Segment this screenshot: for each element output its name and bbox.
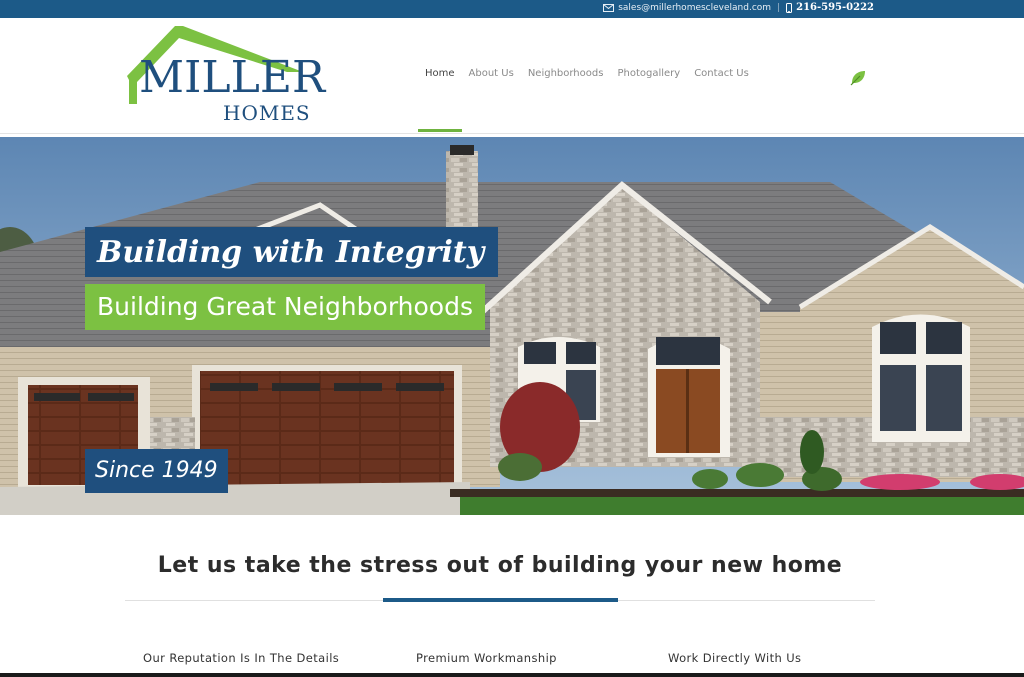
hero-tagline-neighborhoods: Building Great Neighborhoods — [85, 284, 485, 330]
section-headline: Let us take the stress out of building y… — [157, 553, 843, 578]
window-bottom-edge — [0, 673, 1024, 677]
leaf-icon[interactable] — [849, 68, 867, 90]
section-divider-accent — [383, 598, 618, 602]
logo-homes-text: HOMES — [223, 101, 311, 125]
feature-reputation: Our Reputation Is In The Details — [143, 651, 340, 665]
site-header: MILLER HOMES Home About Us Neighborhoods… — [0, 18, 1024, 134]
phone-icon — [786, 2, 793, 13]
logo-miller-text: MILLER — [139, 56, 325, 100]
nav-item-photogallery[interactable]: Photogallery — [610, 68, 687, 132]
mail-icon — [603, 3, 615, 12]
hero-tagline-integrity: Building with Integrity — [85, 227, 499, 277]
email-link[interactable]: sales@millerhomescleveland.com — [618, 3, 771, 13]
contact-separator: | — [777, 2, 781, 13]
phone-link[interactable]: 216-595-0222 — [796, 2, 874, 13]
nav-item-about-us[interactable]: About Us — [462, 68, 521, 132]
nav-item-neighborhoods[interactable]: Neighborhoods — [521, 68, 611, 132]
nav-item-contact-us[interactable]: Contact Us — [687, 68, 756, 132]
main-nav: Home About Us Neighborhoods Photogallery… — [418, 68, 756, 132]
feature-work-directly: Work Directly With Us — [668, 651, 802, 665]
top-contact: sales@millerhomescleveland.com | 216-595… — [603, 2, 874, 13]
site-logo[interactable]: MILLER HOMES — [125, 24, 325, 125]
top-bar: sales@millerhomescleveland.com | 216-595… — [0, 0, 1024, 18]
logo-line-1: MILLER — [139, 52, 326, 103]
feature-workmanship: Premium Workmanship — [416, 651, 557, 665]
hero-tagline-since: Since 1949 — [85, 449, 228, 493]
nav-item-home[interactable]: Home — [418, 68, 462, 132]
